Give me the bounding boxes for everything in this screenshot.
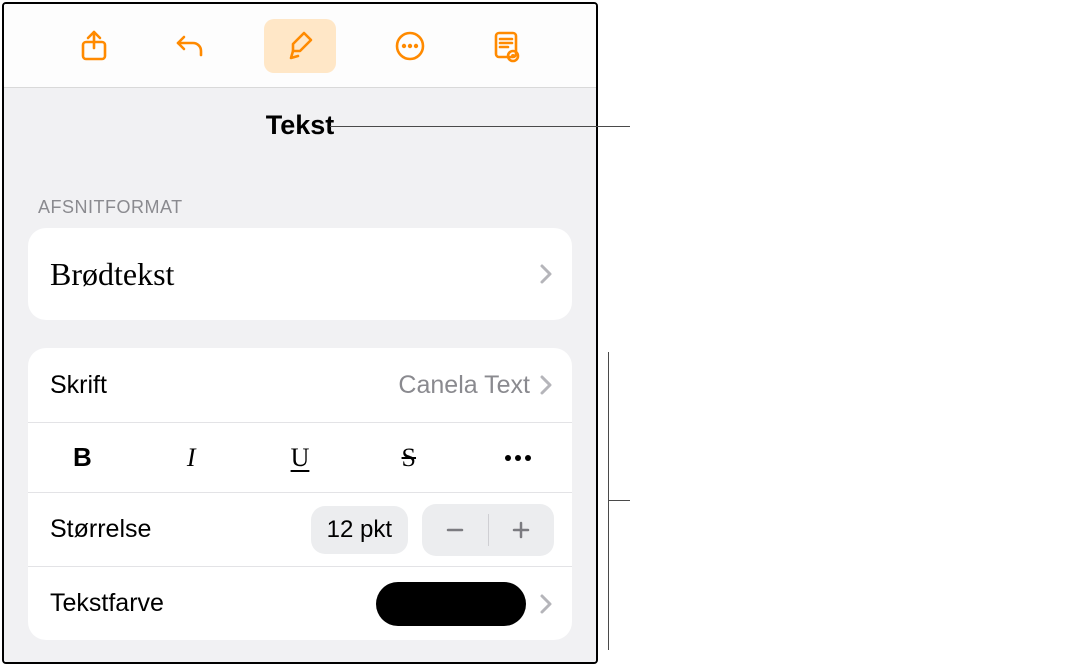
italic-button[interactable]: I: [137, 423, 246, 492]
paragraph-style-card: Brødtekst: [28, 228, 572, 320]
font-value: Canela Text: [398, 371, 530, 400]
text-color-row[interactable]: Tekstfarve: [28, 566, 572, 640]
size-value[interactable]: 12 pkt: [311, 506, 408, 554]
text-color-label: Tekstfarve: [50, 589, 164, 618]
undo-icon[interactable]: [168, 24, 212, 68]
more-text-options-button[interactable]: [463, 423, 572, 492]
share-icon[interactable]: [72, 24, 116, 68]
font-card: Skrift Canela Text B I U S: [28, 348, 572, 640]
size-stepper: [422, 504, 554, 556]
format-panel: Tekst AFSNITFORMAT Brødtekst Skrift Cane…: [2, 2, 598, 664]
reading-mode-icon[interactable]: [484, 24, 528, 68]
format-brush-icon[interactable]: [264, 19, 336, 73]
font-row[interactable]: Skrift Canela Text: [28, 348, 572, 422]
text-style-bar: B I U S: [28, 422, 572, 492]
paragraph-style-value: Brødtekst: [50, 256, 174, 293]
section-label-paragraph: AFSNITFORMAT: [4, 151, 596, 228]
size-row: Størrelse 12 pkt: [28, 492, 572, 566]
strikethrough-button[interactable]: S: [354, 423, 463, 492]
content-area: Tekst AFSNITFORMAT Brødtekst Skrift Cane…: [4, 88, 596, 662]
size-increase-button[interactable]: [489, 504, 555, 556]
chevron-right-icon: [538, 262, 554, 286]
chevron-right-icon: [538, 373, 554, 397]
paragraph-style-row[interactable]: Brødtekst: [28, 228, 572, 320]
chevron-right-icon: [538, 592, 554, 616]
bold-button[interactable]: B: [28, 423, 137, 492]
callout-line: [608, 500, 630, 501]
callout-line: [608, 352, 609, 650]
font-label: Skrift: [50, 371, 107, 400]
toolbar: [4, 4, 596, 88]
size-decrease-button[interactable]: [422, 504, 488, 556]
size-label: Størrelse: [50, 515, 151, 544]
text-color-swatch: [376, 582, 526, 626]
panel-title: Tekst: [4, 88, 596, 151]
underline-button[interactable]: U: [246, 423, 355, 492]
callout-line: [330, 126, 630, 127]
more-icon[interactable]: [388, 24, 432, 68]
